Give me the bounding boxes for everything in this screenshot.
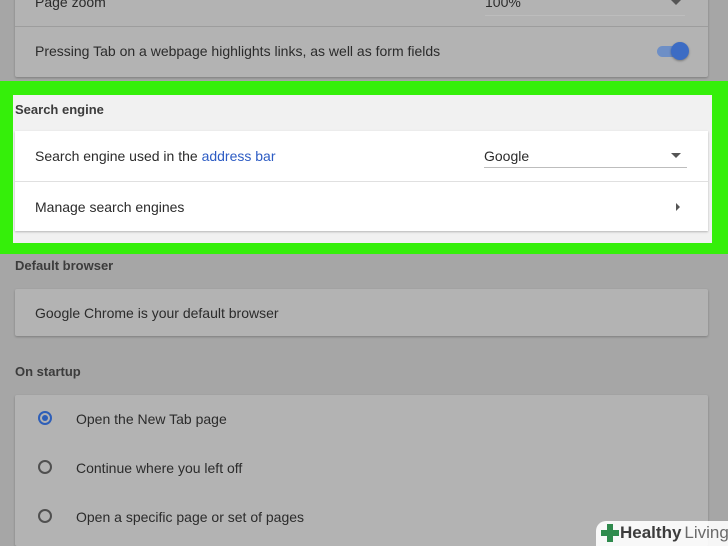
search-engine-chevron-down-icon[interactable] bbox=[671, 153, 681, 158]
page-zoom-chevron-down-icon[interactable] bbox=[671, 0, 681, 5]
startup-option-continue[interactable]: Continue where you left off bbox=[15, 443, 708, 492]
tab-highlight-row: Pressing Tab on a webpage highlights lin… bbox=[15, 27, 708, 77]
chevron-right-icon[interactable] bbox=[676, 203, 680, 211]
watermark-text: Healthy Living bbox=[620, 523, 728, 543]
search-engine-card: Search engine used in the address bar Go… bbox=[15, 131, 708, 231]
tab-highlight-label: Pressing Tab on a webpage highlights lin… bbox=[35, 43, 441, 59]
accessibility-card: Page zoom 100% Pressing Tab on a webpage… bbox=[15, 0, 708, 77]
manage-search-engines-label: Manage search engines bbox=[35, 199, 185, 215]
radio-icon[interactable] bbox=[38, 509, 52, 523]
cross-logo-icon bbox=[601, 524, 619, 542]
address-bar-link[interactable]: address bar bbox=[202, 148, 276, 164]
default-browser-title: Default browser bbox=[15, 258, 114, 273]
watermark-bold: Healthy bbox=[620, 523, 682, 542]
startup-option-label: Continue where you left off bbox=[76, 460, 243, 476]
default-browser-card: Google Chrome is your default browser bbox=[15, 289, 708, 336]
search-engine-select-underline bbox=[484, 167, 687, 168]
startup-option-new-tab[interactable]: Open the New Tab page bbox=[15, 395, 708, 443]
search-engine-used-prefix: Search engine used in the bbox=[35, 148, 198, 164]
on-startup-title: On startup bbox=[15, 364, 81, 379]
search-engine-select-value[interactable]: Google bbox=[484, 148, 529, 164]
page-zoom-underline bbox=[485, 15, 685, 16]
radio-selected-icon[interactable] bbox=[38, 411, 52, 425]
tab-highlight-toggle-knob[interactable] bbox=[671, 42, 689, 60]
radio-icon[interactable] bbox=[38, 460, 52, 474]
search-engine-title: Search engine bbox=[15, 102, 104, 117]
startup-option-label: Open a specific page or set of pages bbox=[76, 509, 305, 525]
startup-option-label: Open the New Tab page bbox=[76, 411, 227, 427]
page-zoom-value[interactable]: 100% bbox=[485, 0, 521, 10]
watermark-light: Living bbox=[684, 523, 728, 542]
page-zoom-label: Page zoom bbox=[35, 0, 106, 10]
healthy-living-watermark: Healthy Living bbox=[596, 521, 728, 546]
manage-search-engines-row[interactable]: Manage search engines bbox=[15, 182, 708, 231]
search-engine-select-row[interactable]: Search engine used in the address bar Go… bbox=[15, 131, 708, 181]
search-engine-used-label: Search engine used in the address bar bbox=[35, 148, 276, 164]
default-browser-status: Google Chrome is your default browser bbox=[35, 305, 279, 321]
page-zoom-row[interactable]: Page zoom 100% bbox=[15, 0, 708, 24]
